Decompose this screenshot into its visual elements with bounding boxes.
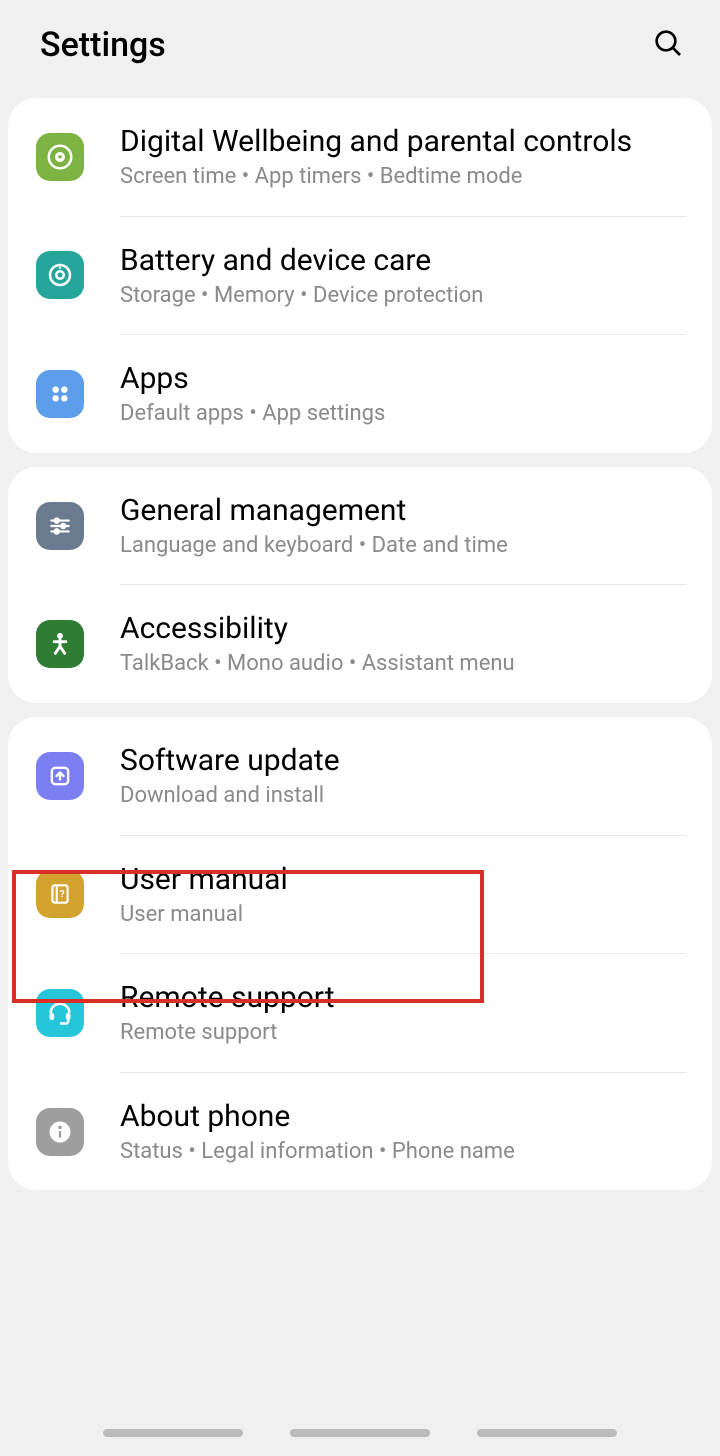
item-content: Software update Download and install bbox=[120, 741, 686, 811]
item-title: About phone bbox=[120, 1097, 686, 1136]
item-subtitle: Language and keyboard • Date and time bbox=[120, 532, 686, 561]
item-content: Accessibility TalkBack • Mono audio • As… bbox=[120, 609, 686, 679]
item-subtitle: Screen time • App timers • Bedtime mode bbox=[120, 163, 686, 192]
settings-item-manual[interactable]: ? User manual User manual bbox=[8, 836, 712, 954]
settings-group: Software update Download and install ? U… bbox=[8, 717, 712, 1190]
page-title: Settings bbox=[40, 25, 166, 65]
item-content: Digital Wellbeing and parental controls … bbox=[120, 122, 686, 192]
settings-item-accessibility[interactable]: Accessibility TalkBack • Mono audio • As… bbox=[8, 585, 712, 703]
item-title: Digital Wellbeing and parental controls bbox=[120, 122, 686, 161]
item-title: General management bbox=[120, 491, 686, 530]
item-content: User manual User manual bbox=[120, 860, 686, 930]
settings-item-remote[interactable]: Remote support Remote support bbox=[8, 954, 712, 1072]
settings-item-software[interactable]: Software update Download and install bbox=[8, 717, 712, 835]
item-title: Apps bbox=[120, 359, 686, 398]
settings-item-wellbeing[interactable]: Digital Wellbeing and parental controls … bbox=[8, 98, 712, 216]
item-subtitle: TalkBack • Mono audio • Assistant menu bbox=[120, 650, 686, 679]
settings-group: General management Language and keyboard… bbox=[8, 467, 712, 703]
search-button[interactable] bbox=[652, 27, 684, 63]
accessibility-icon bbox=[36, 620, 84, 668]
item-content: General management Language and keyboard… bbox=[120, 491, 686, 561]
battery-icon bbox=[36, 251, 84, 299]
remote-icon bbox=[36, 989, 84, 1037]
item-content: Battery and device care Storage • Memory… bbox=[120, 241, 686, 311]
settings-item-general[interactable]: General management Language and keyboard… bbox=[8, 467, 712, 585]
item-subtitle: Storage • Memory • Device protection bbox=[120, 282, 686, 311]
item-content: Apps Default apps • App settings bbox=[120, 359, 686, 429]
nav-home[interactable] bbox=[290, 1429, 430, 1437]
item-subtitle: Download and install bbox=[120, 782, 686, 811]
item-title: Remote support bbox=[120, 978, 686, 1017]
item-title: Battery and device care bbox=[120, 241, 686, 280]
settings-header: Settings bbox=[0, 0, 720, 90]
item-content: Remote support Remote support bbox=[120, 978, 686, 1048]
settings-item-about[interactable]: About phone Status • Legal information •… bbox=[8, 1073, 712, 1191]
item-title: Software update bbox=[120, 741, 686, 780]
apps-icon bbox=[36, 370, 84, 418]
item-subtitle: Remote support bbox=[120, 1019, 686, 1048]
settings-group: Digital Wellbeing and parental controls … bbox=[8, 98, 712, 453]
item-title: User manual bbox=[120, 860, 686, 899]
nav-recent[interactable] bbox=[103, 1429, 243, 1437]
item-title: Accessibility bbox=[120, 609, 686, 648]
settings-item-apps[interactable]: Apps Default apps • App settings bbox=[8, 335, 712, 453]
general-icon bbox=[36, 502, 84, 550]
nav-back[interactable] bbox=[477, 1429, 617, 1437]
nav-bar bbox=[0, 1420, 720, 1456]
manual-icon: ? bbox=[36, 870, 84, 918]
wellbeing-icon bbox=[36, 133, 84, 181]
item-content: About phone Status • Legal information •… bbox=[120, 1097, 686, 1167]
svg-text:?: ? bbox=[60, 890, 65, 901]
item-subtitle: User manual bbox=[120, 901, 686, 930]
about-icon bbox=[36, 1108, 84, 1156]
item-subtitle: Default apps • App settings bbox=[120, 400, 686, 429]
search-icon bbox=[652, 27, 684, 59]
item-subtitle: Status • Legal information • Phone name bbox=[120, 1138, 686, 1167]
software-icon bbox=[36, 752, 84, 800]
settings-item-battery[interactable]: Battery and device care Storage • Memory… bbox=[8, 217, 712, 335]
